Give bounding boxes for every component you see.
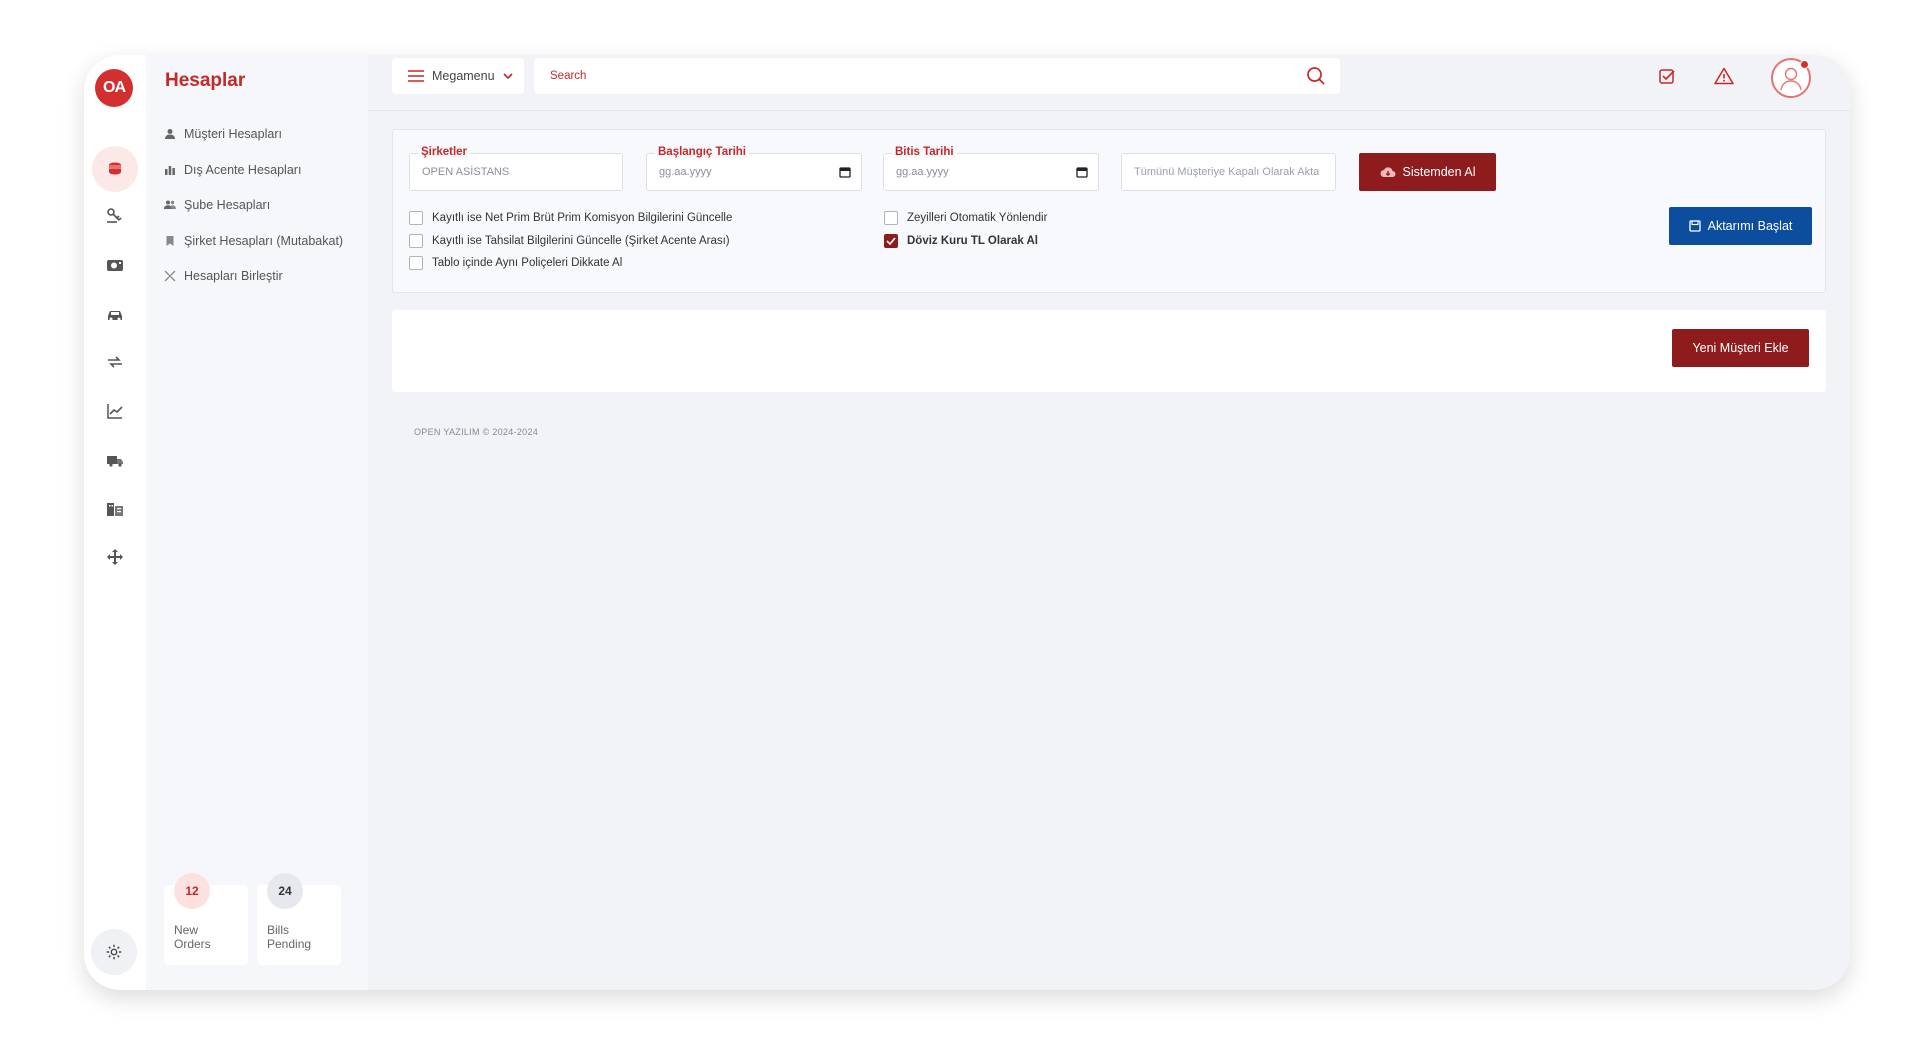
- checkbox-auto-route-endorsements[interactable]: Zeyilleri Otomatik Yönlendir: [884, 211, 1047, 225]
- coins-icon[interactable]: [92, 146, 138, 192]
- key-hand-icon[interactable]: [90, 194, 140, 238]
- company-value: OPEN ASİSTANS: [422, 166, 510, 178]
- search-input[interactable]: [550, 70, 1306, 82]
- start-date-label: Başlangıç Tarihi: [655, 146, 749, 158]
- stat-label: New Orders: [174, 923, 211, 951]
- building-icon[interactable]: [90, 487, 140, 531]
- checkbox-update-premium[interactable]: Kayıtlı ise Net Prim Brüt Prim Komisyon …: [409, 211, 732, 225]
- customer-panel: Yeni Müşteri Ekle: [392, 310, 1826, 392]
- checkbox-label: Kayıtlı ise Net Prim Brüt Prim Komisyon …: [432, 212, 733, 224]
- bar-chart-icon: [165, 166, 175, 175]
- icon-rail: OA: [84, 55, 146, 990]
- checkbox-box[interactable]: [884, 234, 898, 248]
- truck-icon[interactable]: [90, 438, 140, 482]
- bookmark-icon: [166, 236, 174, 246]
- search-bar: [534, 58, 1340, 94]
- save-icon: [1688, 220, 1701, 232]
- checkbox-box[interactable]: [409, 234, 423, 248]
- submenu-item-label: Şirket Hesapları (Mutabakat): [184, 234, 344, 248]
- add-customer-button[interactable]: Yeni Müşteri Ekle: [1672, 329, 1809, 367]
- megamenu-label: Megamenu: [432, 69, 495, 83]
- warning-icon: [1714, 67, 1734, 85]
- end-date-label: Bitis Tarihi: [892, 146, 957, 158]
- megamenu-button[interactable]: Megamenu: [392, 58, 524, 94]
- search-icon[interactable]: [1306, 66, 1326, 86]
- company-field[interactable]: Şirketler OPEN ASİSTANS: [409, 146, 623, 191]
- checkbox-label: Tablo içinde Aynı Poliçeleri Dikkate Al: [432, 257, 623, 269]
- chevron-down-icon: [502, 73, 513, 80]
- transfer-icon[interactable]: [90, 340, 140, 384]
- stat-label: Bills Pending: [267, 923, 312, 951]
- calendar-icon[interactable]: [1076, 166, 1088, 178]
- transfer-mode-value: Tümünü Müşteriye Kapalı Olarak Akta: [1134, 166, 1320, 178]
- fetch-from-system-button[interactable]: Sistemden Al: [1359, 153, 1496, 191]
- start-date-field[interactable]: Başlangıç Tarihi gg.aa.yyyy: [646, 146, 862, 191]
- transfer-mode-field[interactable]: Tümünü Müşteriye Kapalı Olarak Akta: [1121, 153, 1336, 191]
- gear-icon: [106, 944, 122, 960]
- checkbox-box[interactable]: [409, 256, 423, 270]
- checkbox-same-policies[interactable]: Tablo içinde Aynı Poliçeleri Dikkate Al: [409, 256, 622, 270]
- start-transfer-label: Aktarımı Başlat: [1707, 219, 1793, 233]
- chart-icon[interactable]: [90, 389, 140, 433]
- brand-logo[interactable]: OA: [95, 69, 133, 107]
- end-date-field[interactable]: Bitis Tarihi gg.aa.yyyy: [883, 146, 1099, 191]
- merge-icon: [164, 270, 176, 282]
- submenu-item-sirket-hesaplari[interactable]: Şirket Hesapları (Mutabakat): [164, 234, 343, 248]
- submenu-title: Hesaplar: [165, 70, 246, 91]
- submenu-item-hesaplari-birlestir[interactable]: Hesapları Birleştir: [164, 269, 283, 283]
- checkbox-label: Zeyilleri Otomatik Yönlendir: [907, 212, 1048, 224]
- checkbox-exchange-rate-tl[interactable]: Döviz Kuru TL Olarak Al: [884, 234, 1038, 248]
- alerts-button[interactable]: [1713, 65, 1735, 87]
- checkbox-update-collections[interactable]: Kayıtlı ise Tahsilat Bilgilerini Güncell…: [409, 234, 730, 248]
- tasks-button[interactable]: [1656, 65, 1678, 87]
- import-filter-panel: Şirketler OPEN ASİSTANS Başlangıç Tarihi…: [392, 129, 1826, 293]
- check-icon: [886, 237, 896, 245]
- hamburger-icon: [408, 70, 424, 82]
- topbar-divider: [368, 110, 1850, 111]
- checkbox-box[interactable]: [884, 211, 898, 225]
- fetch-button-label: Sistemden Al: [1402, 165, 1476, 179]
- calendar-icon[interactable]: [839, 166, 851, 178]
- user-icon: [165, 129, 175, 139]
- checkbox-label: Döviz Kuru TL Olarak Al: [907, 235, 1038, 247]
- start-date-value: gg.aa.yyyy: [659, 166, 712, 178]
- stat-card-new-orders[interactable]: 12 New Orders: [164, 873, 248, 965]
- submenu-item-musteri-hesaplari[interactable]: Müşteri Hesapları: [164, 127, 282, 141]
- submenu-panel: Hesaplar Müşteri Hesapları Dış Acente He…: [146, 55, 368, 990]
- submenu-item-sube-hesaplari[interactable]: Şube Hesapları: [164, 198, 270, 212]
- start-transfer-button[interactable]: Aktarımı Başlat: [1669, 207, 1812, 245]
- company-label: Şirketler: [418, 146, 471, 158]
- submenu-item-label: Hesapları Birleştir: [184, 269, 283, 283]
- user-avatar[interactable]: [1771, 58, 1811, 98]
- stat-count: 24: [267, 873, 303, 909]
- submenu-item-dis-acente-hesaplari[interactable]: Dış Acente Hesapları: [164, 163, 301, 177]
- footer-copyright: OPEN YAZILIM © 2024-2024: [414, 427, 539, 437]
- car-icon[interactable]: [90, 292, 140, 336]
- stat-count: 12: [174, 873, 210, 909]
- settings-button[interactable]: [91, 929, 137, 975]
- submenu-item-label: Şube Hesapları: [184, 198, 271, 212]
- submenu-item-label: Müşteri Hesapları: [184, 127, 282, 141]
- cloud-download-icon: [1380, 167, 1396, 177]
- end-date-value: gg.aa.yyyy: [896, 166, 949, 178]
- stat-card-bills-pending[interactable]: 24 Bills Pending: [257, 873, 341, 965]
- app-window: OA Hesaplar Müşteri Hesapları Dış Acente…: [84, 55, 1850, 990]
- checkbox-box[interactable]: [409, 211, 423, 225]
- users-icon: [164, 200, 176, 209]
- checkbox-square-icon: [1659, 69, 1675, 84]
- notification-dot: [1800, 60, 1809, 69]
- camera-icon[interactable]: [90, 243, 140, 287]
- checkbox-label: Kayıtlı ise Tahsilat Bilgilerini Güncell…: [432, 235, 730, 247]
- submenu-item-label: Dış Acente Hesapları: [184, 163, 302, 177]
- move-icon[interactable]: [90, 535, 140, 579]
